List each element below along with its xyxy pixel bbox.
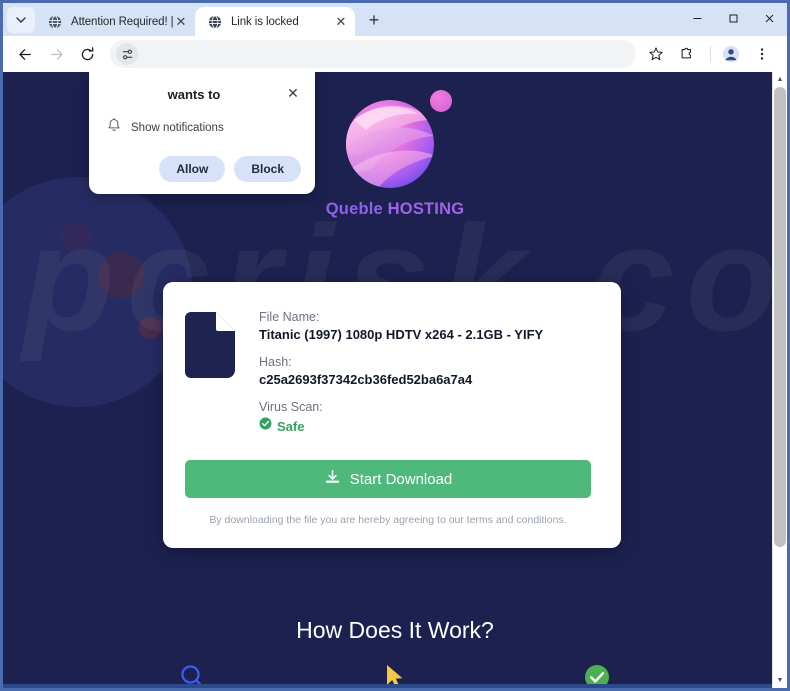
decorative-circle <box>61 222 91 252</box>
reload-icon <box>81 46 93 60</box>
hash-label: Hash: <box>259 355 292 369</box>
tab-attention-required[interactable]: Attention Required! | Cloudfla ✕ <box>35 7 195 36</box>
browser-menu-button[interactable] <box>748 40 776 68</box>
forward-arrow-icon <box>50 48 63 60</box>
close-button[interactable] <box>751 3 787 33</box>
tab-close-button[interactable]: ✕ <box>173 14 189 30</box>
address-bar[interactable] <box>110 40 636 68</box>
virus-scan-status: Safe <box>277 418 305 434</box>
window-bottom-strip <box>3 684 787 688</box>
decorative-circle <box>139 317 161 339</box>
download-card: File Name: Titanic (1997) 1080p HDTV x26… <box>163 282 621 548</box>
window-controls <box>679 3 787 33</box>
tab-link-is-locked[interactable]: Link is locked ✕ <box>195 7 355 36</box>
globe-icon <box>47 14 63 30</box>
toolbar-divider <box>710 46 711 62</box>
check-circle-icon <box>259 417 272 435</box>
popup-close-button[interactable]: ✕ <box>285 85 301 101</box>
bookmark-button[interactable] <box>642 40 670 68</box>
tab-title: Link is locked <box>231 15 299 28</box>
start-download-label: Start Download <box>349 470 453 488</box>
logo-accent-dot <box>430 90 452 112</box>
allow-button[interactable]: Allow <box>159 156 226 182</box>
file-name-label: File Name: <box>259 310 320 324</box>
star-icon <box>649 47 663 61</box>
page-viewport: pcrisk.com <box>3 72 787 688</box>
browser-window: Attention Required! | Cloudfla ✕ Link is… <box>0 0 790 691</box>
download-icon <box>324 469 341 490</box>
permission-request-text: Show notifications <box>131 122 224 134</box>
profile-button[interactable] <box>717 40 745 68</box>
site-brand-name: Queble HOSTING <box>326 200 465 219</box>
how-it-works-title: How Does It Work? <box>296 617 494 643</box>
maximize-button[interactable] <box>715 3 751 33</box>
close-icon <box>765 14 773 22</box>
forward-button[interactable] <box>42 40 70 68</box>
browser-toolbar <box>3 36 787 72</box>
brand-part-secondary: HOSTING <box>382 200 465 218</box>
reload-button[interactable] <box>73 40 101 68</box>
extensions-button[interactable] <box>673 40 701 68</box>
block-button[interactable]: Block <box>234 156 301 182</box>
chevron-down-icon <box>16 17 26 23</box>
back-button[interactable] <box>11 40 39 68</box>
popup-header: wants to ✕ <box>103 85 301 102</box>
avatar-icon <box>722 45 740 63</box>
tab-close-button[interactable]: ✕ <box>333 14 349 30</box>
brand-part-primary: Queble <box>325 200 383 218</box>
start-download-button[interactable]: Start Download <box>185 460 591 498</box>
scrollbar-thumb[interactable] <box>774 87 786 547</box>
file-metadata: File Name: Titanic (1997) 1080p HDTV x26… <box>259 310 591 435</box>
virus-scan-label: Virus Scan: <box>259 400 323 414</box>
document-icon <box>185 312 235 378</box>
popup-title: wants to <box>167 87 221 102</box>
queble-orb-logo <box>336 86 454 192</box>
virus-scan-status-row: Safe <box>259 417 591 435</box>
minimize-button[interactable] <box>679 3 715 33</box>
scroll-down-button[interactable]: ▼ <box>773 673 787 688</box>
scroll-up-button[interactable]: ▲ <box>773 72 787 87</box>
popup-actions: Allow Block <box>103 156 301 182</box>
decorative-circle <box>98 252 144 298</box>
maximize-icon <box>729 14 737 22</box>
globe-icon <box>207 14 223 30</box>
file-info-row: File Name: Titanic (1997) 1080p HDTV x26… <box>185 310 591 435</box>
hash-value: c25a2693f37342cb36fed52ba6a7a4 <box>259 372 473 387</box>
three-dot-menu-icon <box>760 48 764 60</box>
page-scrollbar[interactable]: ▲ ▼ <box>772 72 787 688</box>
download-disclaimer: By downloading the file you are hereby a… <box>209 514 567 526</box>
permission-request-row: Show notifications <box>103 117 301 138</box>
toolbar-right-group <box>642 40 779 68</box>
minimize-icon <box>693 17 701 19</box>
tab-title: Attention Required! | Cloudfla <box>71 15 173 28</box>
tab-search-button[interactable] <box>7 7 35 33</box>
bell-icon <box>107 117 121 138</box>
tab-strip: Attention Required! | Cloudfla ✕ Link is… <box>3 3 787 36</box>
new-tab-button[interactable]: + <box>361 7 387 33</box>
back-arrow-icon <box>18 48 31 60</box>
puzzle-icon <box>681 47 691 59</box>
notification-permission-popup: wants to ✕ Show notifications Allow Bloc… <box>89 72 315 194</box>
file-name-value: Titanic (1997) 1080p HDTV x264 - 2.1GB -… <box>259 327 544 342</box>
tune-icon[interactable] <box>116 43 138 65</box>
